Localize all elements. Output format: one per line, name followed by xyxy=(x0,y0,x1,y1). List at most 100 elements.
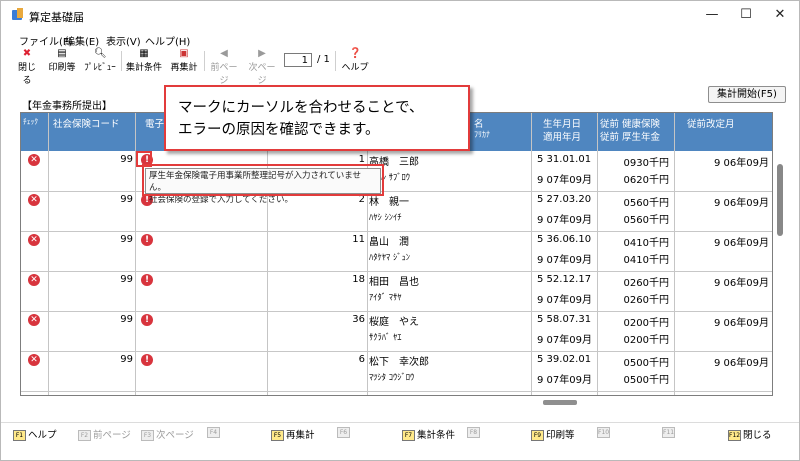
function-key-badge: F7 xyxy=(402,430,415,441)
toolbar-help-button[interactable]: ❓ ヘルプ xyxy=(341,47,369,74)
prev-pension-cell: 0260千円 xyxy=(623,295,669,306)
toolbar-prev-page-label: 前ページ xyxy=(210,63,238,86)
function-key-label: 印刷等 xyxy=(546,430,575,441)
function-key-label: ヘルプ xyxy=(28,430,57,441)
error-status-icon[interactable]: ✕ xyxy=(28,354,40,366)
menu-edit[interactable]: 編集(E) xyxy=(65,33,99,48)
toolbar-help-label: ヘルプ xyxy=(341,63,369,73)
warning-mark-icon[interactable]: ! xyxy=(141,354,153,366)
warning-mark-icon[interactable]: ! xyxy=(141,314,153,326)
toolbar-preview-button[interactable]: 🔍︎ ﾌﾟﾚﾋﾞｭｰ xyxy=(83,47,117,74)
insurance-code-cell: 99 xyxy=(120,354,133,365)
minimize-button[interactable]: — xyxy=(695,5,729,25)
printer-icon: ▤ xyxy=(57,48,67,59)
col-name-kana: ﾌﾘｶﾅ xyxy=(474,130,490,139)
menu-help[interactable]: ヘルプ(H) xyxy=(145,33,190,48)
table-row[interactable]: ✕ 99! 36 桜庭 やえ ｻｸﾗﾊﾞ ﾔｴ 5 58.07.31 9 07年09月 020… xyxy=(21,311,772,352)
function-key-f9[interactable]: F9 印刷等 xyxy=(531,427,575,441)
horizontal-scroll-thumb[interactable] xyxy=(543,400,577,405)
warning-mark-icon[interactable]: ! xyxy=(141,234,153,246)
vertical-scroll-thumb[interactable] xyxy=(777,164,783,236)
page-total: / 1 xyxy=(317,54,330,65)
table-row[interactable]: ✕ 99! 11 畠山 潤 ﾊﾀｹﾔﾏ ｼﾞｭﾝ 5 36.06.10 9 07年09月 04… xyxy=(21,231,772,272)
error-status-icon[interactable]: ✕ xyxy=(28,234,40,246)
menu-view[interactable]: 表示(V) xyxy=(106,33,141,48)
employee-number-cell: 11 xyxy=(352,234,365,245)
warning-mark-icon[interactable]: ! xyxy=(141,274,153,286)
employee-kana-cell: ﾊﾔｼ ｼﾝｲﾁ xyxy=(369,213,402,223)
maximize-button[interactable]: ☐ xyxy=(729,5,763,25)
arrow-right-icon: ▶ xyxy=(258,48,266,59)
revision-month-cell: 9 06年09月 xyxy=(714,158,769,169)
enroll-month-cell: 9 07年09月 xyxy=(537,175,592,186)
prev-health-cell: 0200千円 xyxy=(623,318,669,329)
table-row[interactable]: ✕ 99! 18 相田 昌也 ｱｲﾀﾞ ﾏｻﾔ 5 52.12.17 9 07年09月 026… xyxy=(21,271,772,312)
function-key-f3[interactable]: F3 次ページ xyxy=(141,427,194,441)
toolbar-conditions-button[interactable]: ▦ 集計条件 xyxy=(125,47,163,74)
employee-number-cell: 6 xyxy=(358,354,365,365)
birth-date-cell: 5 36.06.10 xyxy=(537,234,592,245)
function-key-f10[interactable]: F10 xyxy=(597,427,612,438)
toolbar-print-label: 印刷等 xyxy=(48,63,76,73)
employee-kana-cell: ｱｲﾀﾞ ﾏｻﾔ xyxy=(369,293,402,303)
toolbar: ✖ 閉じる ▤ 印刷等 🔍︎ ﾌﾟﾚﾋﾞｭｰ ▦ 集計条件 ▣ 再集計 ◀ 前ペ… xyxy=(1,47,799,87)
function-key-f6[interactable]: F6 xyxy=(337,427,352,438)
table-row[interactable]: ✕ 99! 6 松下 幸次郎 ﾏﾂｼﾀ ｺｳｼﾞﾛｳ 5 39.02.01 9 07年09月… xyxy=(21,351,772,392)
enroll-month-cell: 9 07年09月 xyxy=(537,255,592,266)
page-number-input[interactable]: 1 xyxy=(284,53,312,67)
error-status-icon[interactable]: ✕ xyxy=(28,194,40,206)
toolbar-next-page-button[interactable]: ▶ 次ページ xyxy=(245,47,279,87)
prev-health-cell: 0500千円 xyxy=(623,358,669,369)
preview-icon: 🔍︎ xyxy=(94,48,107,59)
insurance-code-cell: 99 xyxy=(120,194,133,205)
employee-name-cell: 畠山 潤 xyxy=(369,237,409,248)
toolbar-prev-page-button[interactable]: ◀ 前ページ xyxy=(207,47,241,87)
function-key-f5[interactable]: F5 再集計 xyxy=(271,427,315,441)
function-key-bar: F1 ヘルプ F2 前ページ F3 次ページ F4 F5 再集計 F6 F7 集計条件 F8 F9 印刷等 F… xyxy=(1,422,799,443)
function-key-f12[interactable]: F12 閉じる xyxy=(728,427,772,441)
start-aggregation-button[interactable]: 集計開始(F5) xyxy=(708,86,786,103)
employee-kana-cell: ﾊﾀｹﾔﾏ ｼﾞｭﾝ xyxy=(369,253,410,263)
function-key-label: 前ページ xyxy=(93,430,131,441)
section-title: 【年金事務所提出】 xyxy=(22,101,112,112)
birth-date-cell: 5 31.01.01 xyxy=(537,154,592,165)
error-status-icon[interactable]: ✕ xyxy=(28,154,40,166)
toolbar-conditions-label: 集計条件 xyxy=(125,63,162,73)
window-title: 算定基礎届 xyxy=(29,11,84,24)
prev-health-cell: 0260千円 xyxy=(623,278,669,289)
function-key-f4[interactable]: F4 xyxy=(207,427,222,438)
insurance-code-cell: 99 xyxy=(120,234,133,245)
toolbar-close-button[interactable]: ✖ 閉じる xyxy=(15,47,39,87)
function-key-label: 次ページ xyxy=(156,430,194,441)
vertical-scrollbar[interactable] xyxy=(775,112,785,394)
enroll-month-cell: 9 07年09月 xyxy=(537,375,592,386)
app-icon xyxy=(12,8,23,20)
insurance-code-cell: 99 xyxy=(120,154,133,165)
table-row[interactable]: ✕ 99! 1 高橋 三郎 ﾀｶﾊｼ ｻﾌﾞﾛｳ 5 31.01.01 9 07年09月 09… xyxy=(21,151,772,192)
insurance-code-cell: 99 xyxy=(120,274,133,285)
birth-date-cell: 5 58.07.31 xyxy=(537,314,592,325)
function-key-f7[interactable]: F7 集計条件 xyxy=(402,427,455,441)
function-key-f8[interactable]: F8 xyxy=(467,427,482,438)
enroll-month-cell: 9 07年09月 xyxy=(537,335,592,346)
prev-health-cell: 0930千円 xyxy=(623,158,669,169)
function-key-badge: F12 xyxy=(728,430,741,441)
error-status-icon[interactable]: ✕ xyxy=(28,274,40,286)
prev-health-cell: 0410千円 xyxy=(623,238,669,249)
enroll-month-cell: 9 07年09月 xyxy=(537,215,592,226)
error-status-icon[interactable]: ✕ xyxy=(28,314,40,326)
function-key-f11[interactable]: F11 xyxy=(662,427,677,438)
toolbar-recount-button[interactable]: ▣ 再集計 xyxy=(169,47,199,74)
callout-line-1: マークにカーソルを合わせることで、 xyxy=(178,100,424,116)
close-window-button[interactable]: ✕ xyxy=(763,5,797,25)
employee-number-cell: 18 xyxy=(352,274,365,285)
function-key-f1[interactable]: F1 ヘルプ xyxy=(13,427,57,441)
function-key-f2[interactable]: F2 前ページ xyxy=(78,427,131,441)
function-key-label: 再集計 xyxy=(286,430,315,441)
employee-name-cell: 松下 幸次郎 xyxy=(369,357,429,368)
toolbar-print-button[interactable]: ▤ 印刷等 xyxy=(47,47,77,74)
toolbar-separator xyxy=(335,51,336,71)
table-row[interactable]: ✕ 99! 2 林 親一 ﾊﾔｼ ｼﾝｲﾁ 5 27.03.20 9 07年09月 0560千… xyxy=(21,191,772,232)
col-revision-month: 従前改定月 xyxy=(687,119,735,130)
function-key-badge: F3 xyxy=(141,430,154,441)
